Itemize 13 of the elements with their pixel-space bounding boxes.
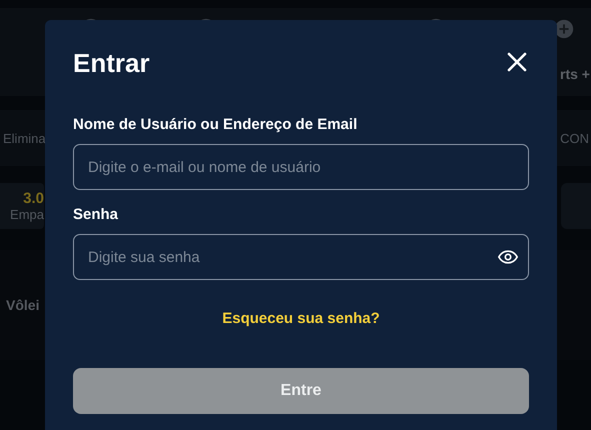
odds-card[interactable]: 3.0 Empa (0, 183, 44, 229)
nav-label[interactable]: rts + (560, 66, 590, 82)
eye-icon[interactable] (498, 250, 518, 264)
forgot-password-link[interactable]: Esqueceu sua senha? (222, 310, 380, 327)
market-label: Elimina (3, 130, 46, 146)
dialog-title: Entrar (73, 48, 150, 78)
close-button[interactable] (507, 52, 529, 74)
section-title: Vôlei (5, 297, 40, 313)
field-label: Senha (73, 206, 120, 223)
market-label: CON (560, 130, 589, 146)
field-label: Nome de Usuário ou Endereço de Email (73, 116, 358, 133)
password-field[interactable]: Digite sua senha (73, 234, 529, 280)
input-field[interactable]: Digite o e-mail ou nome de usuário (73, 144, 529, 190)
